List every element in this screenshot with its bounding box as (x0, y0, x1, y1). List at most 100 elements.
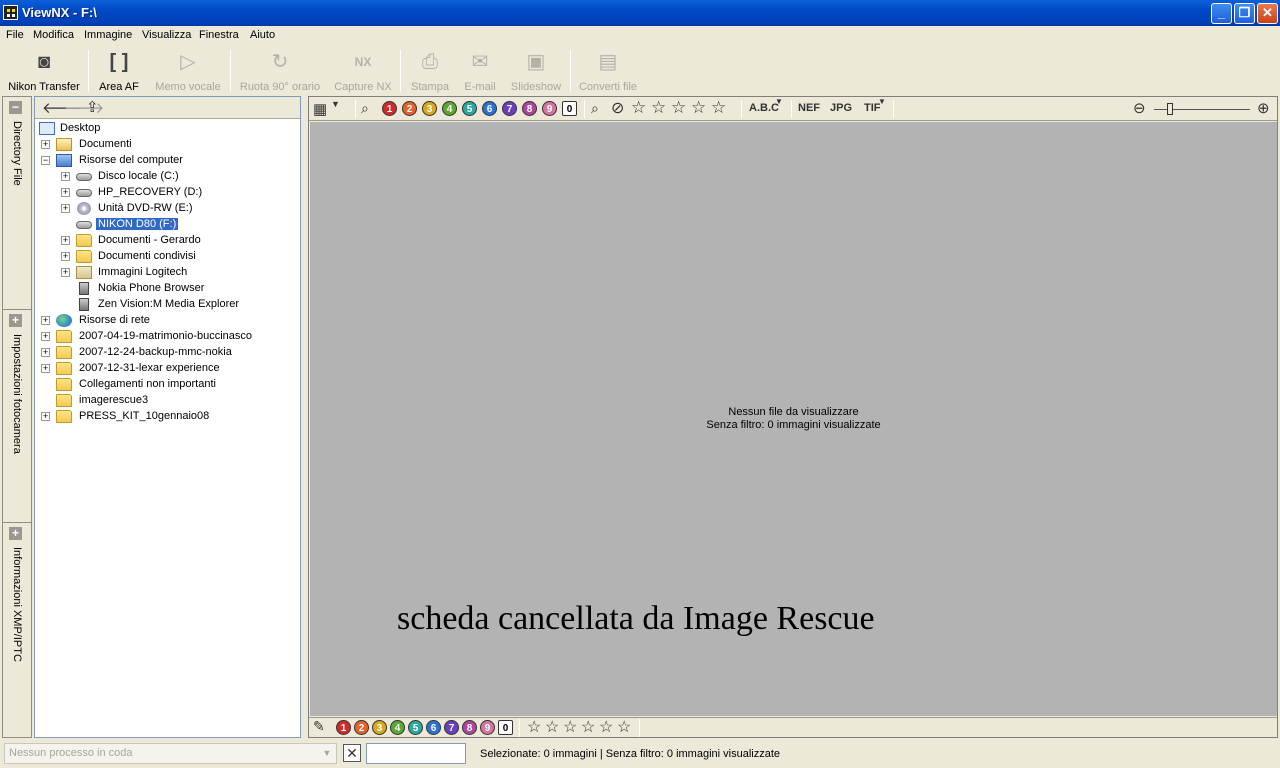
expand-icon[interactable]: + (61, 172, 70, 181)
expand-icon[interactable]: + (41, 332, 50, 341)
tab-camera-settings-label: Impostazioni fotocamera (11, 334, 23, 454)
up-folder-icon[interactable]: ⇪ (86, 98, 99, 116)
folder-tree-pane: 🡐 🡒 ⇪ Desktop + Documenti − Risorse del … (34, 96, 301, 738)
expand-icon[interactable]: + (41, 412, 50, 421)
star-rating-1-icon[interactable]: ☆ (651, 98, 666, 118)
pencil-label-icon[interactable]: ✎ (313, 718, 325, 735)
drive-icon (76, 173, 92, 181)
expand-icon[interactable]: + (61, 268, 70, 277)
side-panel-tabs: − Directory File + Impostazioni fotocame… (2, 96, 32, 738)
main-toolbar: ◙ Nikon Transfer [ ] Area AF ▷ Memo voca… (0, 46, 1280, 96)
set-label-5[interactable]: 5 (408, 720, 423, 735)
menu-finestra[interactable]: Finestra (199, 29, 239, 41)
label-filter-6[interactable]: 6 (482, 101, 497, 116)
chevron-down-icon[interactable]: ▼ (331, 99, 340, 109)
collapse-icon[interactable]: − (41, 156, 50, 165)
expand-icon[interactable]: + (41, 364, 50, 373)
star-rating-2-icon[interactable]: ☆ (671, 98, 686, 118)
zoom-in-icon[interactable]: ⊕ (1257, 99, 1270, 117)
tree-item-label: Unità DVD-RW (E:) (98, 202, 193, 214)
slideshow-label: Slideshow (510, 81, 562, 93)
label-filter-7[interactable]: 7 (502, 101, 517, 116)
label-filter-3[interactable]: 3 (422, 101, 437, 116)
filter-jpg[interactable]: JPG (830, 102, 852, 114)
restore-button[interactable]: ❐ (1234, 3, 1255, 24)
rating-star-4[interactable]: ☆ (599, 717, 613, 737)
no-rating-icon[interactable]: ⊘ (611, 98, 624, 118)
folder-icon (56, 138, 72, 151)
zoom-slider-thumb[interactable] (1167, 103, 1173, 115)
set-label-8[interactable]: 8 (462, 720, 477, 735)
label-filter-icon[interactable]: ⌕ (361, 100, 369, 117)
tab-camera-settings[interactable]: + Impostazioni fotocamera (3, 310, 31, 523)
rotate-button[interactable]: ↻ Ruota 90° orario (238, 48, 322, 94)
set-label-7[interactable]: 7 (444, 720, 459, 735)
chevron-down-icon[interactable]: ▼ (319, 745, 335, 762)
label-filter-0[interactable]: 0 (562, 101, 577, 116)
menu-aiuto[interactable]: Aiuto (250, 29, 275, 41)
thumbnail-grid-icon[interactable]: ▦ (313, 100, 327, 118)
minimize-button[interactable]: _ (1211, 3, 1232, 24)
set-label-1[interactable]: 1 (336, 720, 351, 735)
memo-vocale-button[interactable]: ▷ Memo vocale (152, 48, 224, 94)
set-label-6[interactable]: 6 (426, 720, 441, 735)
rating-filter-icon[interactable]: ⌕ (591, 100, 599, 117)
filter-nef[interactable]: NEF (798, 102, 820, 114)
expand-icon[interactable]: + (9, 527, 22, 540)
rating-star-3[interactable]: ☆ (581, 717, 595, 737)
expand-icon[interactable]: + (61, 188, 70, 197)
convert-files-button[interactable]: ▤ Converti file (576, 48, 640, 94)
set-label-3[interactable]: 3 (372, 720, 387, 735)
expand-icon[interactable]: + (41, 348, 50, 357)
print-button[interactable]: ⎙ Stampa (408, 48, 452, 94)
expand-icon[interactable]: + (41, 140, 50, 149)
process-queue-select[interactable]: Nessun processo in coda ▼ (4, 743, 337, 764)
tab-xmp-iptc[interactable]: + Informazioni XMP/IPTC (3, 523, 31, 737)
tab-xmp-iptc-label: Informazioni XMP/IPTC (11, 547, 23, 662)
set-label-9[interactable]: 9 (480, 720, 495, 735)
label-filter-4[interactable]: 4 (442, 101, 457, 116)
label-filter-9[interactable]: 9 (542, 101, 557, 116)
area-af-button[interactable]: [ ] Area AF (94, 48, 144, 94)
star-rating-icon[interactable]: ☆ (631, 98, 646, 118)
set-rating-icon[interactable]: ☆ (527, 717, 541, 737)
close-button[interactable]: ✕ (1257, 3, 1278, 24)
menu-file[interactable]: File (6, 29, 24, 41)
label-filter-1[interactable]: 1 (382, 101, 397, 116)
expand-icon[interactable]: + (41, 316, 50, 325)
menu-immagine[interactable]: Immagine (84, 29, 132, 41)
zoom-out-icon[interactable]: ⊖ (1133, 99, 1146, 117)
star-rating-3-icon[interactable]: ☆ (691, 98, 706, 118)
expand-icon[interactable]: + (61, 236, 70, 245)
expand-icon[interactable]: + (9, 314, 22, 327)
chevron-down-icon[interactable]: ▼ (775, 97, 783, 106)
expand-icon[interactable]: + (61, 252, 70, 261)
label-filter-5[interactable]: 5 (462, 101, 477, 116)
cancel-process-button[interactable]: ✕ (343, 744, 361, 762)
label-filter-8[interactable]: 8 (522, 101, 537, 116)
label-filter-2[interactable]: 2 (402, 101, 417, 116)
tree-item-label: PRESS_KIT_10gennaio08 (79, 410, 210, 422)
chevron-down-icon[interactable]: ▼ (878, 97, 886, 106)
slideshow-button[interactable]: ▣ Slideshow (508, 48, 564, 94)
set-label-4[interactable]: 4 (390, 720, 405, 735)
rotate-clockwise-icon: ↻ (271, 51, 289, 73)
rating-star-2[interactable]: ☆ (563, 717, 577, 737)
viewnx-app-icon[interactable] (3, 5, 18, 20)
tab-directory-file[interactable]: − Directory File (3, 97, 31, 310)
rotate-label: Ruota 90° orario (239, 81, 321, 93)
email-button[interactable]: ✉ E-mail (460, 48, 500, 94)
rating-star-5[interactable]: ☆ (617, 717, 631, 737)
star-rating-4-icon[interactable]: ☆ (711, 98, 726, 118)
set-label-0[interactable]: 0 (498, 720, 513, 735)
menu-visualizza[interactable]: Visualizza (142, 29, 191, 41)
folder-icon (56, 362, 72, 375)
collapse-icon[interactable]: − (9, 101, 22, 114)
nikon-transfer-button[interactable]: ◙ Nikon Transfer (6, 48, 82, 94)
capture-nx-button[interactable]: NX Capture NX (332, 48, 394, 94)
set-label-2[interactable]: 2 (354, 720, 369, 735)
status-input[interactable] (366, 743, 466, 764)
rating-star-1[interactable]: ☆ (545, 717, 559, 737)
expand-icon[interactable]: + (61, 204, 70, 213)
menu-modifica[interactable]: Modifica (33, 29, 74, 41)
